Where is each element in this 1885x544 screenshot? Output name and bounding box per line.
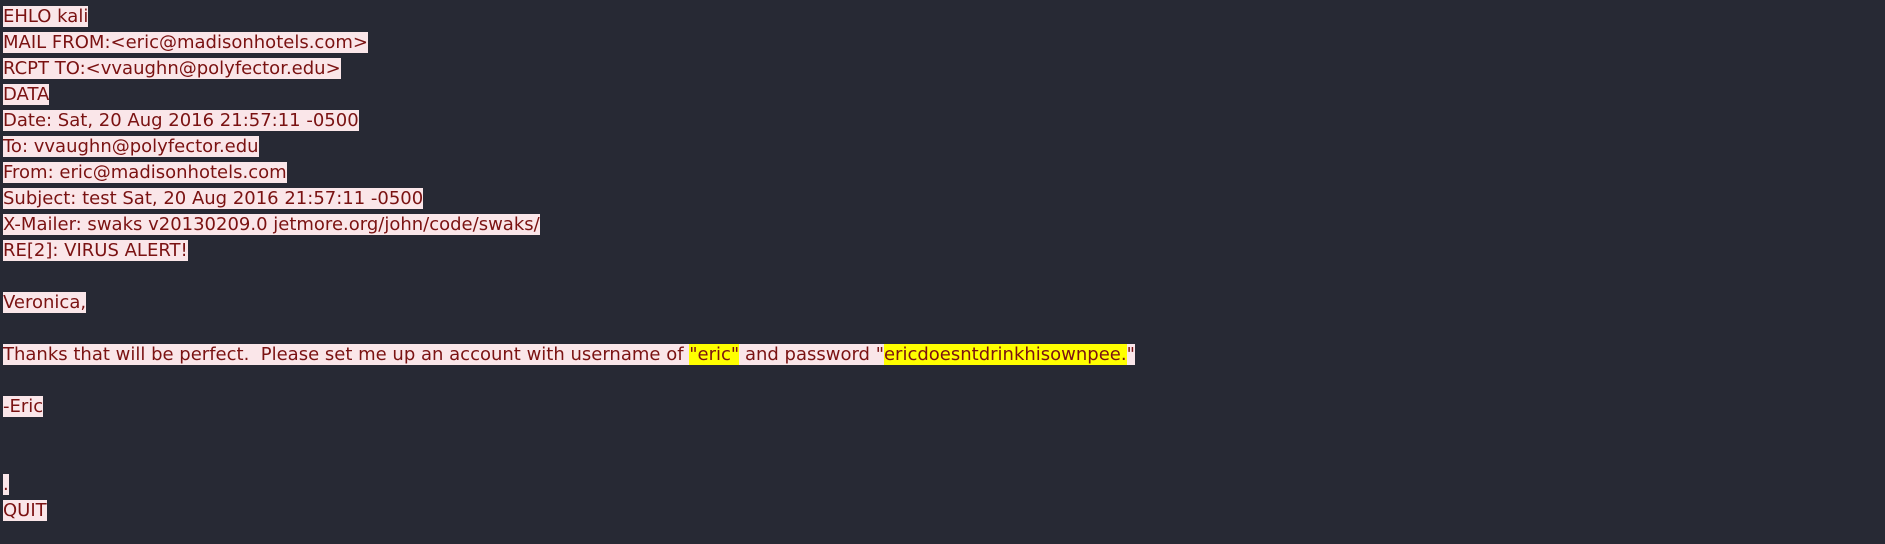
stream-line: QUIT (3, 498, 1881, 524)
stream-line: -Eric (3, 394, 1881, 420)
client-text: DATA (3, 84, 50, 105)
client-text: X-Mailer: swaks v20130209.0 jetmore.org/… (3, 214, 540, 235)
client-text: Date: Sat, 20 Aug 2016 21:57:11 -0500 (3, 110, 359, 131)
stream-line: From: eric@madisonhotels.com (3, 160, 1881, 186)
stream-line: Subject: test Sat, 20 Aug 2016 21:57:11 … (3, 186, 1881, 212)
client-text: Subject: test Sat, 20 Aug 2016 21:57:11 … (3, 188, 424, 209)
stream-line: Date: Sat, 20 Aug 2016 21:57:11 -0500 (3, 108, 1881, 134)
client-text: EHLO kali (3, 6, 89, 27)
client-text: RE[2]: VIRUS ALERT! (3, 240, 188, 261)
stream-line: MAIL FROM:<eric@madisonhotels.com> (3, 30, 1881, 56)
stream-line: . (3, 472, 1881, 498)
client-text: From: eric@madisonhotels.com (3, 162, 287, 183)
client-text: Thanks that will be perfect. Please set … (3, 344, 690, 365)
stream-line: To: vvaughn@polyfector.edu (3, 134, 1881, 160)
client-text: RCPT TO:<vvaughn@polyfector.edu> (3, 58, 341, 79)
stream-line: EHLO kali (3, 4, 1881, 30)
highlighted-text: ericdoesntdrinkhisownpee. (883, 344, 1127, 365)
client-text: Veronica, (3, 292, 87, 313)
stream-line: Veronica, (3, 290, 1881, 316)
stream-line: RCPT TO:<vvaughn@polyfector.edu> (3, 56, 1881, 82)
client-text: MAIL FROM:<eric@madisonhotels.com> (3, 32, 368, 53)
client-text: To: vvaughn@polyfector.edu (3, 136, 259, 157)
client-text: . (3, 474, 9, 495)
stream-line: Thanks that will be perfect. Please set … (3, 342, 1881, 368)
client-text: QUIT (3, 500, 47, 521)
highlighted-text: "eric" (689, 344, 740, 365)
client-text: -Eric (3, 396, 44, 417)
client-text: " (1126, 344, 1135, 365)
stream-line: X-Mailer: swaks v20130209.0 jetmore.org/… (3, 212, 1881, 238)
client-text: and password " (739, 344, 884, 365)
stream-line: DATA (3, 82, 1881, 108)
tcp-stream-view: EHLO kali MAIL FROM:<eric@madisonhotels.c… (3, 4, 1881, 524)
stream-line: RE[2]: VIRUS ALERT! (3, 238, 1881, 264)
